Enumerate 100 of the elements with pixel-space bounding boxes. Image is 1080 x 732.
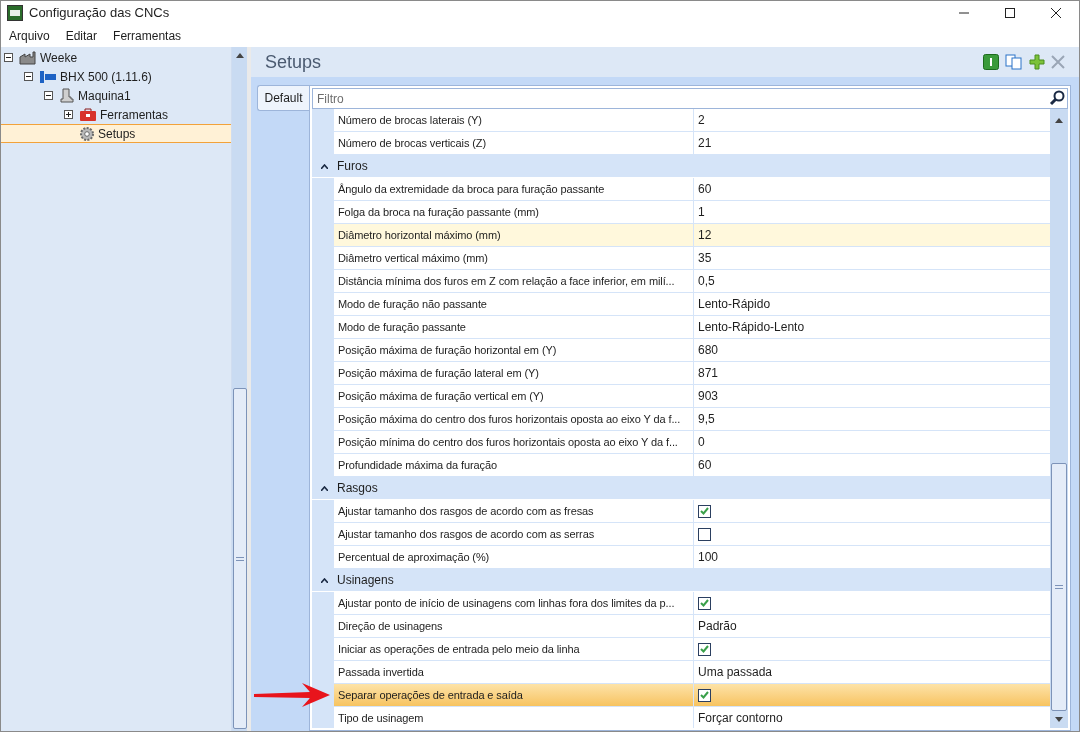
- property-row[interactable]: Modo de furação não passante Lento-Rápido: [312, 293, 1050, 316]
- scrollbar-thumb[interactable]: [1051, 463, 1067, 711]
- add-icon[interactable]: [1029, 54, 1045, 70]
- window-title: Configuração das CNCs: [29, 4, 170, 23]
- search-icon[interactable]: [1049, 90, 1065, 106]
- property-value[interactable]: Forçar contorno: [694, 707, 1050, 728]
- gear-icon: [79, 125, 95, 142]
- property-row[interactable]: Modo de furação passante Lento-Rápido-Lento: [312, 316, 1050, 339]
- grid-scrollbar[interactable]: [1050, 109, 1068, 728]
- property-value[interactable]: 0: [694, 431, 1050, 454]
- tree-item[interactable]: Maquina1: [1, 86, 231, 105]
- app-logo-icon: [7, 5, 23, 21]
- tree-item[interactable]: Ferramentas: [1, 105, 231, 124]
- tab[interactable]: Default: [257, 85, 309, 111]
- property-name: Posição máxima de furação vertical em (Y): [334, 385, 694, 408]
- collapse-icon[interactable]: [321, 163, 328, 169]
- property-row[interactable]: Profundidade máxima da furação 60: [312, 454, 1050, 477]
- property-name: Ajustar ponto de início de usinagens com linhas fora dos limites da p...: [334, 592, 694, 615]
- property-row[interactable]: Posição máxima de furação vertical em (Y) 903: [312, 385, 1050, 408]
- info-icon[interactable]: [983, 54, 999, 70]
- property-row[interactable]: Posição mínima do centro dos furos horizontais oposta ao eixo Y da f... 0: [312, 431, 1050, 454]
- maximize-icon: [1005, 8, 1015, 18]
- property-value[interactable]: 100: [694, 546, 1050, 569]
- property-name: Número de brocas laterais (Y): [334, 109, 694, 132]
- property-row[interactable]: Separar operações de entrada e saída: [312, 684, 1050, 707]
- property-name: Ângulo da extremidade da broca para furação passante: [334, 178, 694, 201]
- property-row[interactable]: Número de brocas laterais (Y) 2: [312, 109, 1050, 132]
- tree-item[interactable]: Weeke: [1, 48, 231, 67]
- property-name: Profundidade máxima da furação: [334, 454, 694, 477]
- property-row[interactable]: Percentual de aproximação (%) 100: [312, 546, 1050, 569]
- property-value[interactable]: Padrão: [694, 615, 1050, 638]
- property-row[interactable]: Tipo de usinagem Forçar contorno: [312, 707, 1050, 728]
- property-row[interactable]: Posição máxima do centro dos furos horizontais oposta ao eixo Y da f... 9,5: [312, 408, 1050, 431]
- scroll-up-icon[interactable]: [1055, 118, 1063, 123]
- property-row[interactable]: Distância mínima dos furos em Z com relação a face inferior, em milí... 0,5: [312, 270, 1050, 293]
- checkbox[interactable]: [698, 642, 711, 656]
- property-value[interactable]: Lento-Rápido-Lento: [694, 316, 1050, 339]
- property-row[interactable]: Posição máxima de furação lateral em (Y) 871: [312, 362, 1050, 385]
- property-row[interactable]: Número de brocas verticais (Z) 21: [312, 132, 1050, 155]
- property-row[interactable]: Ajustar tamanho dos rasgos de acordo com as fresas: [312, 500, 1050, 523]
- group-header[interactable]: Usinagens: [312, 569, 1050, 592]
- property-name: Número de brocas verticais (Z): [334, 132, 694, 155]
- group-label: Usinagens: [337, 572, 394, 589]
- property-value[interactable]: 680: [694, 339, 1050, 362]
- collapse-icon[interactable]: [321, 485, 328, 491]
- property-row[interactable]: Ajustar tamanho dos rasgos de acordo com as serras: [312, 523, 1050, 546]
- property-name: Iniciar as operações de entrada pelo meio da linha: [334, 638, 694, 661]
- group-label: Furos: [337, 158, 368, 175]
- property-value[interactable]: 60: [694, 178, 1050, 201]
- checkbox[interactable]: [698, 527, 711, 541]
- checkbox[interactable]: [698, 688, 711, 702]
- collapse-icon[interactable]: [44, 91, 53, 100]
- checkbox[interactable]: [698, 504, 711, 518]
- property-value[interactable]: Lento-Rápido: [694, 293, 1050, 316]
- property-value[interactable]: 871: [694, 362, 1050, 385]
- property-row[interactable]: Ângulo da extremidade da broca para furação passante 60: [312, 178, 1050, 201]
- menu-item[interactable]: Arquivo: [1, 27, 58, 45]
- property-row[interactable]: Iniciar as operações de entrada pelo meio da linha: [312, 638, 1050, 661]
- property-value[interactable]: 9,5: [694, 408, 1050, 431]
- tree-item[interactable]: Setups: [1, 124, 231, 143]
- toolbox-icon: [79, 107, 97, 122]
- tree-scrollbar[interactable]: [231, 47, 247, 731]
- property-row[interactable]: Diâmetro horizontal máximo (mm) 12: [312, 224, 1050, 247]
- scrollbar-thumb[interactable]: [232, 388, 247, 729]
- menu-item[interactable]: Editar: [57, 27, 106, 45]
- expand-icon[interactable]: [64, 110, 73, 119]
- property-name: Posição máxima de furação lateral em (Y): [334, 362, 694, 385]
- property-name: Passada invertida: [334, 661, 694, 684]
- machine-icon: [39, 69, 57, 84]
- property-value[interactable]: Uma passada: [694, 661, 1050, 684]
- property-row[interactable]: Folga da broca na furação passante (mm) 1: [312, 201, 1050, 224]
- menu-item[interactable]: Ferramentas: [105, 27, 190, 45]
- property-value[interactable]: 35: [694, 247, 1050, 270]
- scroll-up-icon[interactable]: [235, 53, 244, 58]
- checkbox[interactable]: [698, 596, 711, 610]
- collapse-icon[interactable]: [24, 72, 33, 81]
- tree-item[interactable]: BHX 500 (1.11.6): [1, 67, 231, 86]
- property-value[interactable]: 903: [694, 385, 1050, 408]
- property-row[interactable]: Passada invertida Uma passada: [312, 661, 1050, 684]
- property-value[interactable]: 21: [694, 132, 1050, 155]
- property-row[interactable]: Posição máxima de furação horizontal em (Y) 680: [312, 339, 1050, 362]
- group-header[interactable]: Rasgos: [312, 477, 1050, 500]
- property-value[interactable]: 0,5: [694, 270, 1050, 293]
- property-row[interactable]: Ajustar ponto de início de usinagens com linhas fora dos limites da p...: [312, 592, 1050, 615]
- property-value[interactable]: 1: [694, 201, 1050, 224]
- filter-field[interactable]: Filtro: [312, 88, 1068, 109]
- property-row[interactable]: Diâmetro vertical máximo (mm) 35: [312, 247, 1050, 270]
- property-row[interactable]: Direção de usinagens Padrão: [312, 615, 1050, 638]
- group-label: Rasgos: [337, 480, 378, 497]
- collapse-icon[interactable]: [321, 577, 328, 583]
- property-name: Tipo de usinagem: [334, 707, 694, 728]
- property-value[interactable]: 2: [694, 109, 1050, 132]
- property-name: Posição máxima do centro dos furos horizontais oposta ao eixo Y da f...: [334, 408, 694, 431]
- group-header[interactable]: Furos: [312, 155, 1050, 178]
- scroll-down-icon[interactable]: [1055, 717, 1063, 722]
- copy-icon[interactable]: [1005, 54, 1023, 70]
- property-value[interactable]: 60: [694, 454, 1050, 477]
- collapse-icon[interactable]: [4, 53, 13, 62]
- panel-title: Setups: [265, 50, 322, 74]
- property-value[interactable]: 12: [694, 224, 1050, 247]
